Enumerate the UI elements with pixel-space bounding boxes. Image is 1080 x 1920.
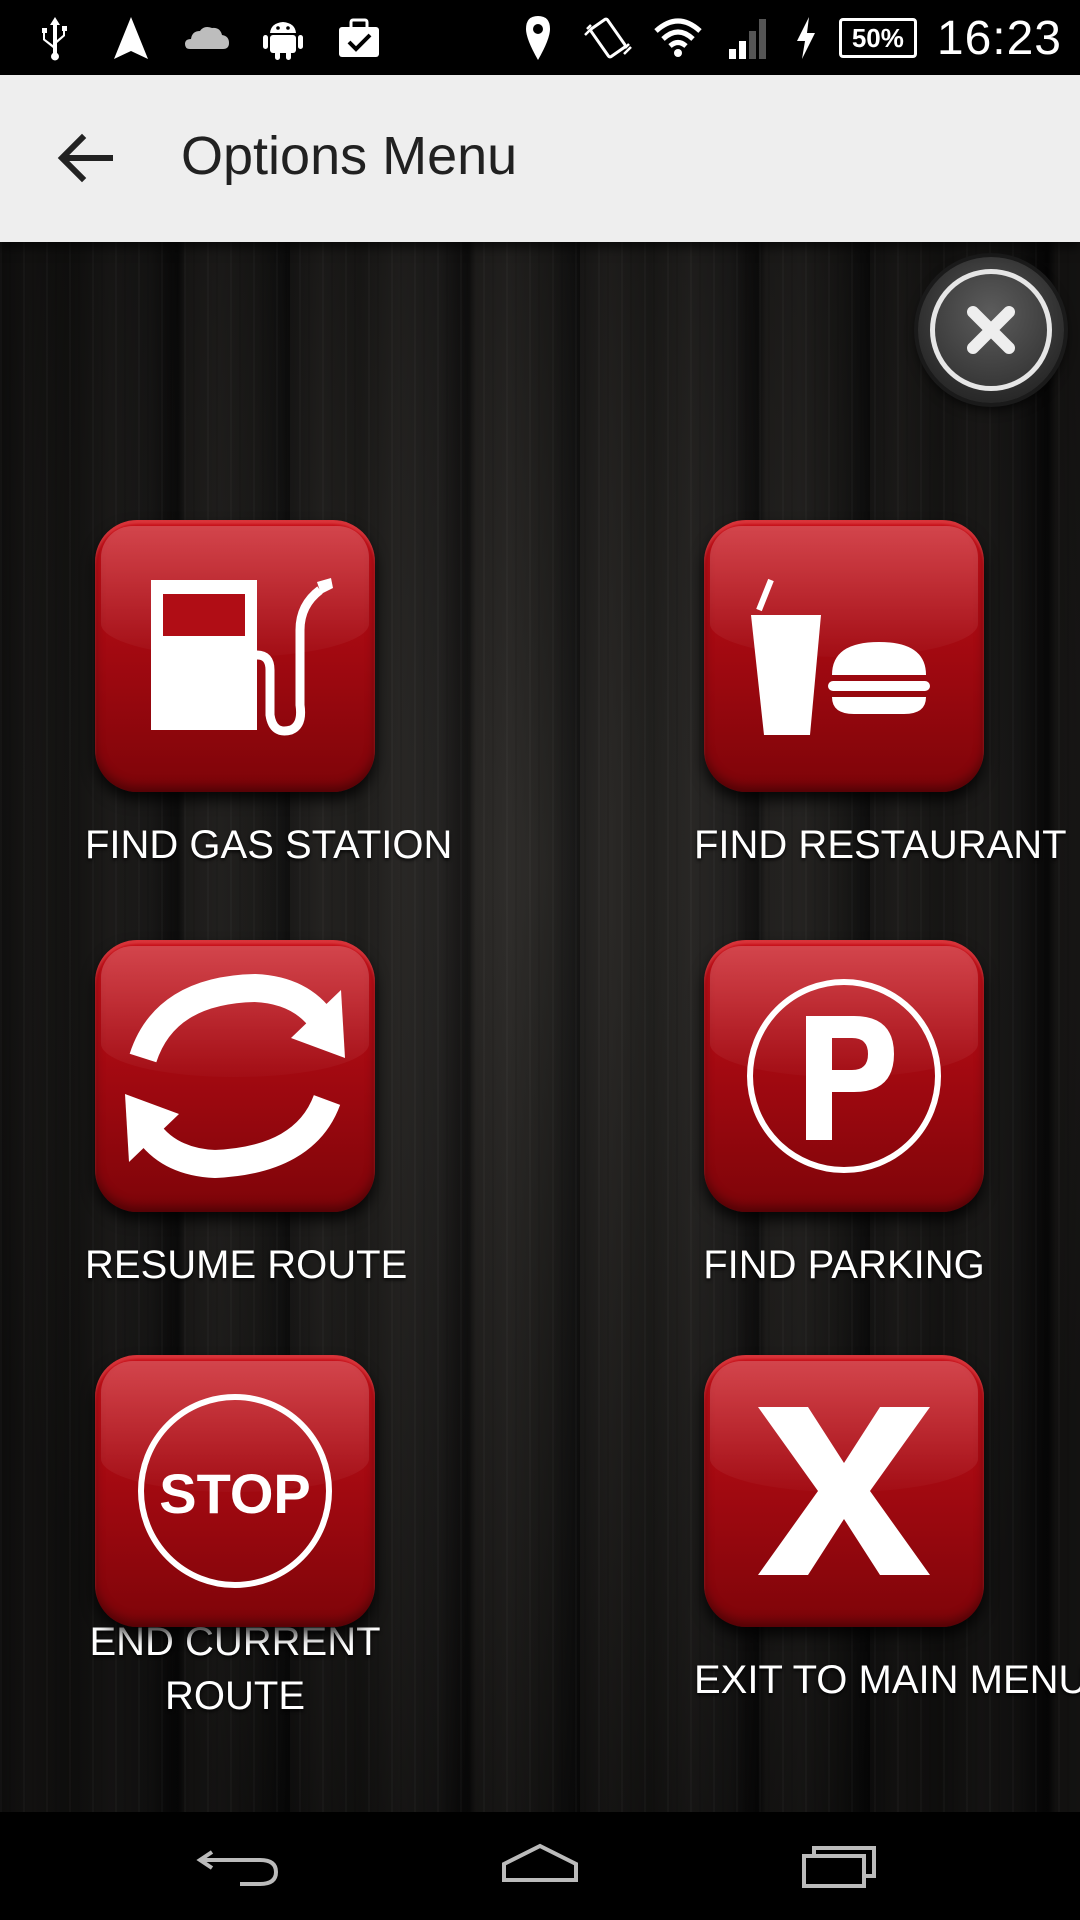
restaurant-tile[interactable] [704,520,984,792]
cloud-icon [185,27,229,49]
location-pin-icon [525,16,550,60]
parking-tile[interactable] [704,940,984,1212]
arrow-back-icon[interactable] [50,123,120,193]
stop-sign-text: STOP [159,1462,311,1525]
nav-home-icon[interactable] [490,1834,590,1898]
app-bar: Options Menu [0,75,1080,242]
resume-route-button[interactable]: RESUME ROUTE [85,940,408,1292]
x-icon [758,1407,930,1575]
end-current-route-label: END CURRENT ROUTE [89,1620,381,1718]
nav-recents-icon[interactable] [790,1834,890,1898]
resume-route-label: RESUME ROUTE [85,1243,408,1287]
find-parking-button[interactable]: FIND PARKING [694,940,994,1292]
charging-icon [796,17,815,59]
usb-icon [42,17,67,61]
find-gas-station-button[interactable]: FIND GAS STATION [85,520,453,872]
vibrate-icon [583,17,632,59]
gas-station-tile[interactable] [95,520,375,792]
close-button[interactable] [918,257,1064,403]
exit-tile[interactable] [704,1355,984,1627]
android-icon [263,22,303,60]
find-parking-label: FIND PARKING [703,1243,985,1287]
resume-route-tile[interactable] [95,940,375,1212]
find-restaurant-button[interactable]: FIND RESTAURANT [694,520,1067,872]
battery-icon: 50% [838,18,917,58]
find-gas-station-label: FIND GAS STATION [85,823,453,867]
signal-icon [728,19,766,59]
gas-pump-icon [151,578,333,736]
navigation-icon [114,17,148,59]
clock: 16:23 [936,11,1062,65]
end-route-tile[interactable]: STOP [95,1355,375,1627]
wifi-icon [654,18,702,57]
find-restaurant-label: FIND RESTAURANT [694,823,1067,867]
end-current-route-button[interactable]: STOP END CURRENT ROUTE [85,1355,385,1723]
exit-to-main-menu-label: EXIT TO MAIN MENU [694,1658,1080,1702]
close-icon [967,306,1015,354]
options-panel: FIND GAS STATION FIND RESTAURANT RESUME … [0,242,1080,1812]
system-status: 50% 16:23 [513,8,1062,68]
nav-back-icon[interactable] [190,1834,290,1898]
battery-level: 50% [851,22,904,53]
navigation-bar [0,1812,1080,1920]
page-title: Options Menu [181,126,518,186]
notification-icons [30,10,384,66]
refresh-icon [125,973,345,1179]
status-bar: 50% 16:23 [0,0,1080,75]
briefcase-check-icon [339,18,379,57]
exit-to-main-menu-button[interactable]: EXIT TO MAIN MENU [694,1355,1080,1707]
parking-icon [747,979,941,1173]
restaurant-icon [751,578,930,735]
